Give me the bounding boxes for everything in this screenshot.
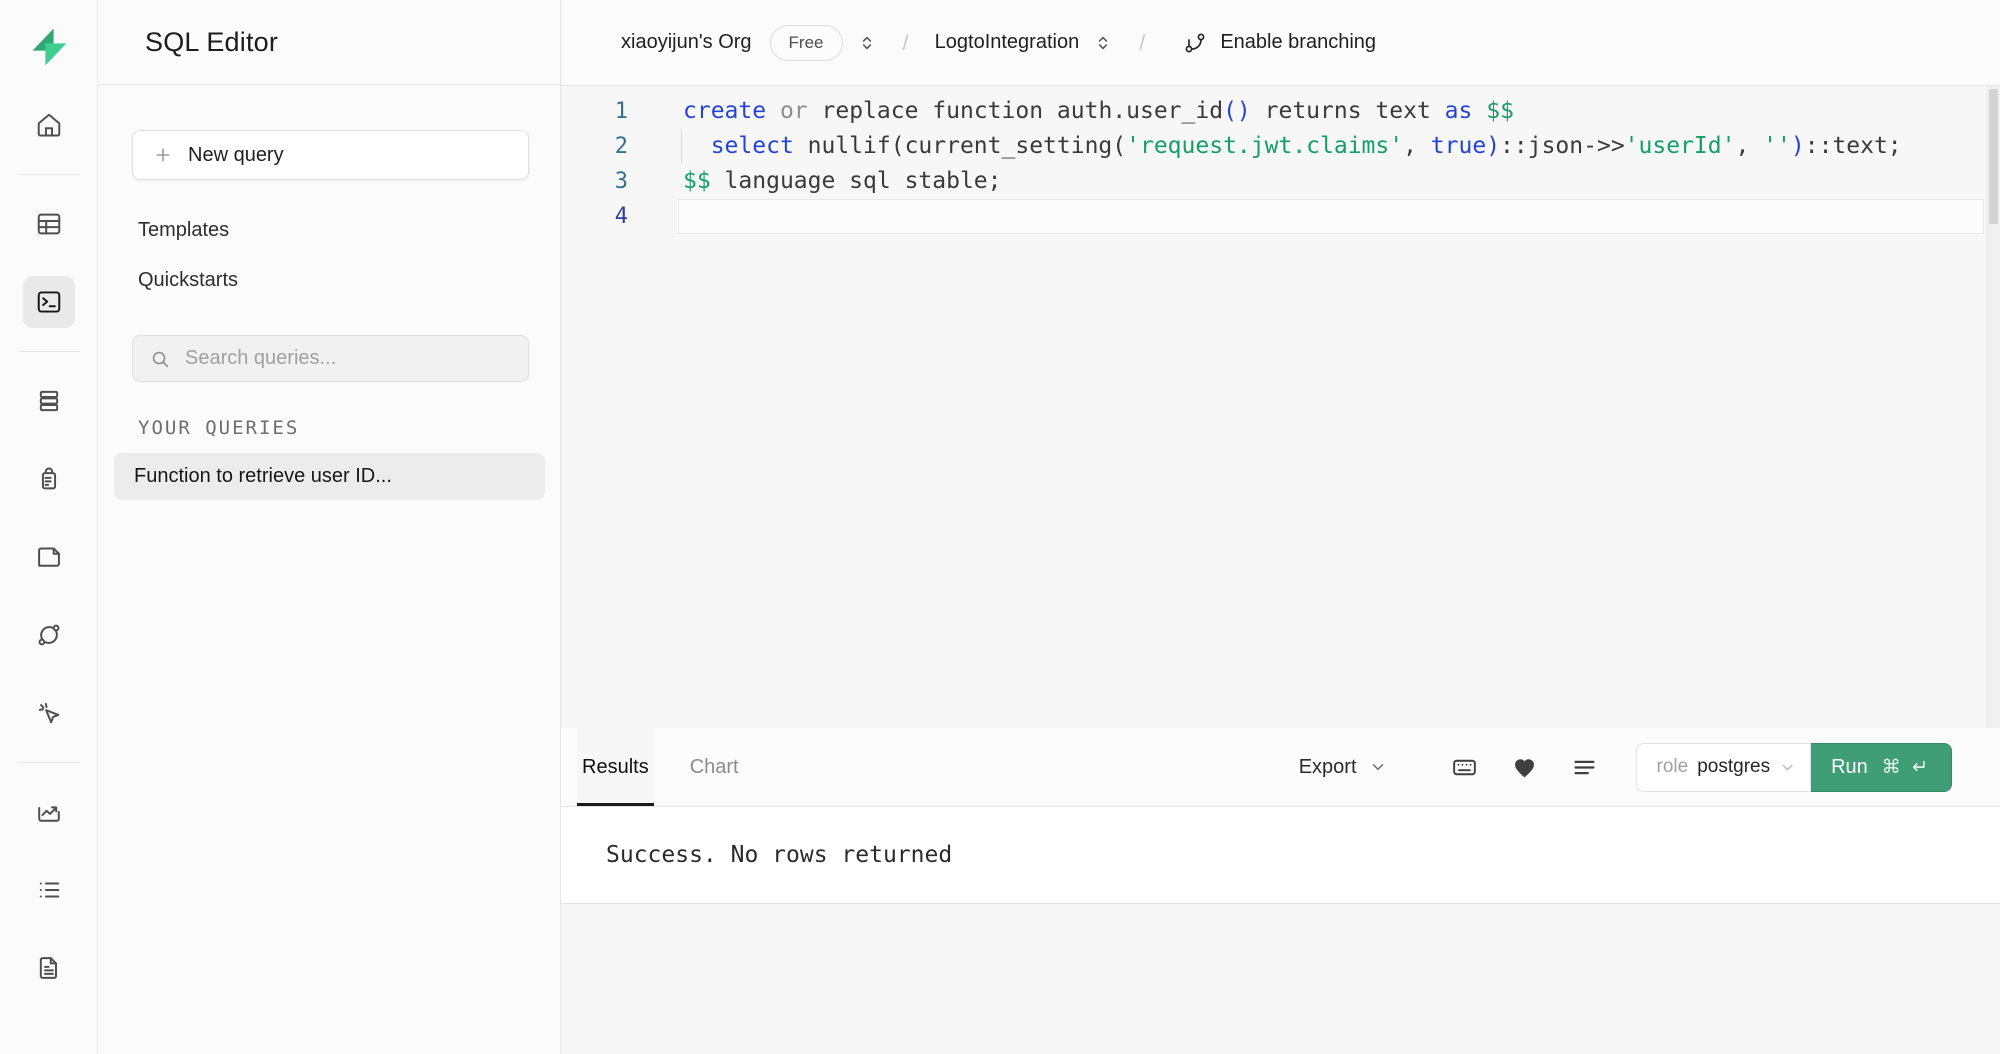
new-query-button[interactable]: New query xyxy=(132,130,529,180)
run-button[interactable]: Run ⌘ ↵ xyxy=(1811,743,1952,792)
search-queries-box xyxy=(132,335,529,382)
database-icon xyxy=(35,387,63,415)
project-switcher-chevrons-icon[interactable] xyxy=(1093,33,1113,53)
results-toolbar: Results Chart Export xyxy=(561,728,2000,807)
sidebar-body: New query Templates Quickstarts YOUR QUE… xyxy=(98,85,560,500)
run-label: Run xyxy=(1831,756,1868,779)
success-message: Success. No rows returned xyxy=(606,842,952,868)
run-shortcut: ⌘ ↵ xyxy=(1882,756,1931,779)
rail-item-reports[interactable] xyxy=(23,786,75,838)
code-text: create or replace function auth.user_id(… xyxy=(650,94,1514,129)
your-queries-label: YOUR QUERIES xyxy=(132,417,529,439)
sidebar-nav: Templates Quickstarts xyxy=(132,205,529,305)
realtime-icon xyxy=(35,699,63,727)
rail-item-sql-editor[interactable] xyxy=(23,276,75,328)
plan-badge[interactable]: Free xyxy=(770,25,843,61)
page-title: SQL Editor xyxy=(145,27,278,58)
sidebar-header: SQL Editor xyxy=(98,0,560,85)
authentication-icon xyxy=(35,465,63,493)
table-editor-icon xyxy=(35,210,63,238)
line-number: 1 xyxy=(561,94,650,129)
quickstarts-label: Quickstarts xyxy=(138,269,238,292)
results-tabs: Results Chart xyxy=(577,728,775,806)
export-label: Export xyxy=(1299,756,1357,779)
sidebar: SQL Editor New query Templates Quickstar… xyxy=(98,0,561,1054)
edge-functions-icon xyxy=(35,621,63,649)
breadcrumb: xiaoyijun's Org Free / LogtoIntegration … xyxy=(561,0,2000,86)
current-line-highlight xyxy=(678,199,1984,234)
role-run-group: role postgres Run ⌘ ↵ xyxy=(1636,743,1952,792)
query-list: Function to retrieve user ID... xyxy=(114,453,545,500)
results-panel: Success. No rows returned xyxy=(561,807,2000,904)
supabase-logo[interactable] xyxy=(26,24,72,70)
line-number: 4 xyxy=(561,199,650,234)
git-branch-icon xyxy=(1183,31,1207,55)
enable-branching-label: Enable branching xyxy=(1220,31,1376,54)
code-text: select nullif(current_setting('request.j… xyxy=(650,129,1902,164)
logs-icon xyxy=(35,876,63,904)
line-number: 3 xyxy=(561,164,650,199)
sql-editor-app: SQL Editor New query Templates Quickstar… xyxy=(0,0,2000,1054)
rail-item-authentication[interactable] xyxy=(23,453,75,505)
code-line-2[interactable]: 2 select nullif(current_setting('request… xyxy=(561,129,2000,164)
rail-item-logs[interactable] xyxy=(23,864,75,916)
nav-rail xyxy=(0,0,98,1054)
enable-branching-button[interactable]: Enable branching xyxy=(1177,30,1382,56)
search-queries-input[interactable] xyxy=(183,346,512,371)
rail-divider xyxy=(18,174,80,175)
export-button[interactable]: Export xyxy=(1299,756,1387,779)
editor-scrollbar-thumb[interactable] xyxy=(1989,89,1998,224)
toolbar-actions: Export role postgres xyxy=(1299,743,1952,792)
code-line-4[interactable]: 4 xyxy=(561,199,2000,234)
align-left-lines-icon[interactable] xyxy=(1571,754,1598,781)
sidebar-item-quickstarts[interactable]: Quickstarts xyxy=(132,255,529,305)
code-text: $$ language sql stable; xyxy=(650,164,1002,199)
rail-items xyxy=(18,86,80,1007)
reports-icon xyxy=(35,798,63,826)
rail-item-database[interactable] xyxy=(23,375,75,427)
org-switcher-chevrons-icon[interactable] xyxy=(857,33,877,53)
org-name[interactable]: xiaoyijun's Org xyxy=(621,31,752,54)
breadcrumb-separator: / xyxy=(903,30,909,56)
rail-item-table-editor[interactable] xyxy=(23,198,75,250)
sql-code-editor[interactable]: 1create or replace function auth.user_id… xyxy=(561,86,2000,728)
rail-item-storage[interactable] xyxy=(23,531,75,583)
keyboard-shortcuts-icon[interactable] xyxy=(1451,754,1478,781)
storage-icon xyxy=(35,543,63,571)
role-value: postgres xyxy=(1697,756,1770,778)
code-line-3[interactable]: 3$$ language sql stable; xyxy=(561,164,2000,199)
chevron-down-icon xyxy=(1779,759,1796,776)
chevron-down-icon xyxy=(1369,758,1387,776)
tab-chart[interactable]: Chart xyxy=(685,728,744,806)
results-footer xyxy=(561,904,2000,1054)
rail-item-realtime[interactable] xyxy=(23,687,75,739)
rail-item-edge-functions[interactable] xyxy=(23,609,75,661)
code-line-1[interactable]: 1create or replace function auth.user_id… xyxy=(561,94,2000,129)
favorite-heart-icon[interactable] xyxy=(1511,754,1538,781)
rail-divider xyxy=(18,351,80,352)
rail-item-home[interactable] xyxy=(23,99,75,151)
query-list-item[interactable]: Function to retrieve user ID... xyxy=(114,453,545,500)
tab-results[interactable]: Results xyxy=(577,728,654,806)
new-query-label: New query xyxy=(188,144,284,167)
role-prefix: role xyxy=(1657,756,1689,778)
rail-item-api-docs[interactable] xyxy=(23,942,75,994)
rail-divider xyxy=(18,762,80,763)
breadcrumb-separator: / xyxy=(1139,30,1145,56)
home-icon xyxy=(35,111,63,139)
editor-scrollbar[interactable] xyxy=(1986,86,2000,728)
line-number: 2 xyxy=(561,129,650,164)
project-name[interactable]: LogtoIntegration xyxy=(935,31,1080,54)
code-text xyxy=(650,199,683,234)
role-selector[interactable]: role postgres xyxy=(1636,743,1812,792)
code-lines: 1create or replace function auth.user_id… xyxy=(561,94,2000,234)
sidebar-item-templates[interactable]: Templates xyxy=(132,205,529,255)
sql-editor-icon xyxy=(35,288,63,316)
api-docs-icon xyxy=(35,954,63,982)
search-icon xyxy=(149,348,171,370)
templates-label: Templates xyxy=(138,219,229,242)
plus-icon xyxy=(153,145,173,165)
main-panel: xiaoyijun's Org Free / LogtoIntegration … xyxy=(561,0,2000,1054)
